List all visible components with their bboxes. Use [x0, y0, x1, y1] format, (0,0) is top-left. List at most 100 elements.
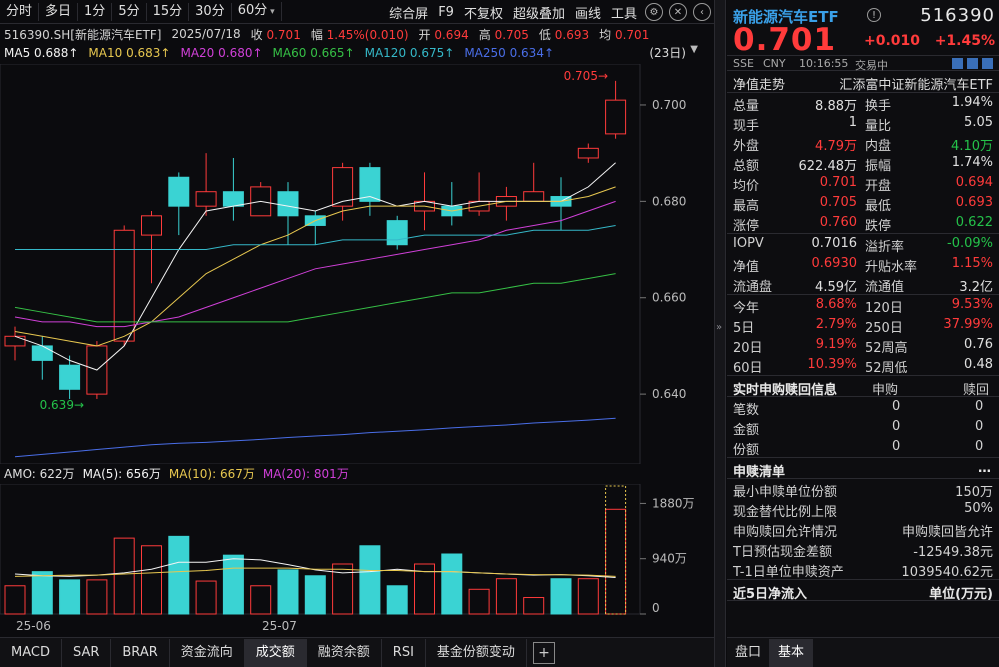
period-tab-1min[interactable]: 1分 [78, 3, 112, 21]
volume-bar [32, 572, 52, 614]
netflow-title: 近5日净流入 [733, 583, 807, 602]
redeem-list-value: 1039540.62元 [901, 561, 993, 580]
chevron-down-icon[interactable]: ▼ [690, 44, 698, 55]
ma60-legend: MA60 0.665↑ [273, 46, 355, 60]
tab-rsi[interactable]: RSI [382, 639, 426, 667]
ma-legend: MA5 0.688↑ MA10 0.683↑ MA20 0.680↑ MA60 … [4, 44, 714, 62]
draw-line-button[interactable]: 画线 [570, 3, 606, 22]
stats3-value: 2.79% [816, 317, 857, 332]
tools-button[interactable]: 工具 [606, 3, 642, 22]
price-tick-label: 0.660 [652, 291, 686, 305]
add-indicator-icon[interactable]: + [533, 642, 555, 664]
date-label-jun: 25-06 [16, 619, 51, 633]
stats-label: 换手 [865, 95, 891, 114]
candlestick-chart[interactable]: 0.7000.6800.6600.6400.705→0.639→ [0, 64, 714, 464]
candle-body [223, 192, 243, 206]
redeem-list-header: 申赎清单 … [727, 457, 999, 479]
price-change: +0.010 [864, 33, 920, 49]
stats3-value: 0.76 [964, 337, 993, 352]
stats-label: 振幅 [865, 155, 891, 174]
tab-fundamentals[interactable]: 基本 [770, 639, 813, 667]
stats-value: 0.705 [820, 195, 857, 210]
nav-trend-row[interactable]: 净值走势 汇添富中证新能源汽车ETF [727, 71, 999, 93]
ohlc-info-bar: 516390.SH[新能源汽车ETF] 2025/07/18 收 0.701 幅… [4, 25, 714, 43]
settings-gear-icon[interactable]: ⚙ [645, 3, 663, 21]
redeem-sell: 0 [975, 439, 983, 454]
more-icon[interactable]: … [978, 461, 991, 476]
stats-value: 4.10万 [951, 135, 993, 154]
collapse-chevron-icon[interactable]: » [716, 322, 722, 333]
low-field: 低 0.693 [539, 26, 589, 43]
volume-bar [524, 598, 544, 614]
quote-stats: 总量8.88万换手1.94%现手1量比5.05外盘4.79万内盘4.10万总额6… [727, 93, 999, 233]
candle-body [278, 192, 298, 216]
volume-bar [360, 546, 380, 614]
currency: CNY [763, 57, 786, 70]
no-adjust-button[interactable]: 不复权 [459, 3, 508, 22]
stats2-label: 溢折率 [865, 236, 904, 255]
tab-fund-shares[interactable]: 基金份额变动 [426, 639, 527, 667]
stats-value: 0.694 [956, 175, 993, 190]
tab-sar[interactable]: SAR [62, 639, 111, 667]
period-tab-multiday[interactable]: 多日 [39, 3, 78, 21]
overview-button[interactable]: 综合屏 [384, 3, 433, 22]
back-icon[interactable]: ‹ [693, 3, 711, 21]
info-icon[interactable]: ! [867, 8, 881, 22]
stats-value: 4.79万 [815, 135, 857, 154]
netflow-header: 近5日净流入 单位(万元) [727, 579, 999, 601]
close-icon[interactable]: ✕ [669, 3, 687, 21]
stats3-label: 52周低 [865, 357, 908, 376]
day-range-select[interactable]: (23日) [649, 44, 686, 61]
quote-subline: SSE CNY 10:16:55 交易中 [727, 56, 999, 71]
bar-date: 2025/07/18 [171, 27, 240, 41]
tab-turnover[interactable]: 成交额 [245, 639, 307, 667]
tab-fund-flow[interactable]: 资金流向 [170, 639, 245, 667]
candle-body [114, 230, 134, 341]
candle-body [32, 346, 52, 360]
candle-body [5, 336, 25, 346]
ma60-line [15, 274, 616, 322]
redeem-list-title: 申赎清单 [733, 461, 785, 480]
list-icon[interactable] [982, 58, 993, 69]
panel-collapse-handle[interactable]: » [714, 0, 726, 667]
chart-icon[interactable] [967, 58, 978, 69]
redeem-buy: 0 [892, 439, 900, 454]
stats3-value: 37.99% [943, 317, 993, 332]
redeem-buy: 0 [892, 399, 900, 414]
volume-bar [5, 586, 25, 614]
volume-bar [442, 554, 462, 614]
stats-label: 总量 [733, 95, 759, 114]
stats3-value: 10.39% [807, 357, 857, 372]
ma120-legend: MA120 0.675↑ [365, 46, 455, 60]
tab-brar[interactable]: BRAR [111, 639, 169, 667]
tab-margin[interactable]: 融资余额 [307, 639, 382, 667]
stats2-label: 净值 [733, 256, 759, 275]
tool-bar: 综合屏 F9 不复权 超级叠加 画线 工具 ⚙ ✕ ‹ [384, 0, 714, 24]
indicator-tabs: MACD SAR BRAR 资金流向 成交额 融资余额 RSI 基金份额变动 + [0, 637, 714, 667]
period-tab-60min[interactable]: 60分 [232, 2, 282, 21]
price-tick-label: 0.680 [652, 194, 686, 208]
quote-panel: 新能源汽车ETF ! 516390 0.701 +0.010 +1.45% SS… [727, 0, 999, 667]
trading-app: 分时 多日 1分 5分 15分 30分 60分 综合屏 F9 不复权 超级叠加 … [0, 0, 999, 667]
stats3-row: 5日2.79%250日37.99% [727, 315, 999, 335]
redeem-label: 笔数 [733, 399, 759, 418]
stats-value: 622.48万 [799, 155, 858, 174]
redeem-row: 金额00 [727, 417, 999, 437]
period-tab-30min[interactable]: 30分 [189, 3, 232, 21]
f9-button[interactable]: F9 [433, 5, 459, 20]
tab-macd[interactable]: MACD [0, 639, 62, 667]
stats2-value: 0.7016 [812, 236, 858, 251]
tab-order-book[interactable]: 盘口 [727, 639, 770, 667]
volume-chart[interactable]: 1880万940万0 [0, 484, 714, 616]
stats2-label: 升贴水率 [865, 256, 917, 275]
volume-tick-label: 1880万 [652, 496, 695, 510]
period-tab-5min[interactable]: 5分 [112, 3, 146, 21]
overlay-button[interactable]: 超级叠加 [508, 3, 570, 22]
period-tab-15min[interactable]: 15分 [147, 3, 190, 21]
period-tab-intraday[interactable]: 分时 [0, 3, 39, 21]
volume-bar [87, 580, 107, 614]
edit-icon[interactable] [952, 58, 963, 69]
fund-stats: IOPV0.7016溢折率-0.09%净值0.6930升贴水率1.15%流通盘4… [727, 233, 999, 294]
redeem-col-sell: 赎回 [963, 379, 989, 398]
stats3-row: 60日10.39%52周低0.48 [727, 355, 999, 375]
